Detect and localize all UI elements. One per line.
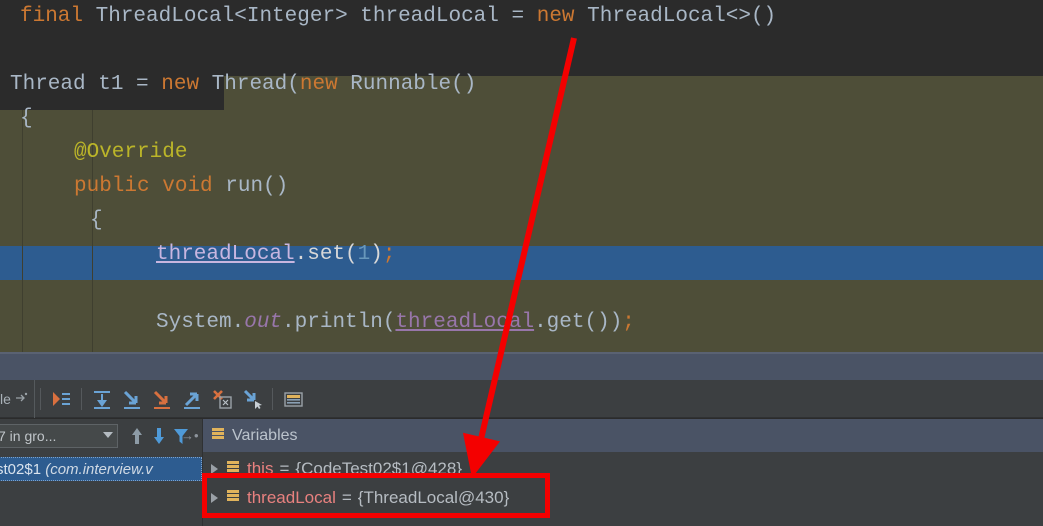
thread-selector[interactable]: 7 in gro... [0,424,118,448]
toolbar-separator [80,387,82,410]
code-token: ThreadLocal<Integer> threadLocal [95,5,512,28]
code-token: ; [382,243,396,266]
code-line[interactable]: System.out.println(threadLocal.get()); [0,306,1043,340]
stack-frame-package: (com.interview.v [45,460,153,478]
code-token: { [90,209,103,232]
code-token: Thread( [199,73,300,96]
variables-header-label: Variables [232,426,298,444]
code-token: final [20,5,84,28]
code-token: Thread t1 = [10,73,162,96]
frames-pane[interactable]: 7 in gro... st02$1 (com.interview.v [0,419,202,526]
variables-group-icon [211,426,226,446]
code-line[interactable] [0,34,1043,68]
code-line[interactable] [0,272,1043,306]
code-token: { [20,107,33,130]
code-token: new [299,73,338,96]
code-line[interactable]: threadLocal.set(1); [0,238,1043,272]
step-over-button[interactable] [89,386,115,412]
toolbar-separator [39,387,41,410]
show-execution-point-button[interactable] [48,386,74,412]
code-token: = [511,5,537,28]
drop-frame-button[interactable] [209,386,235,412]
debug-tab-chip[interactable]: le [0,379,35,418]
code-token: new [536,5,575,28]
toolbar-separator [271,387,273,410]
code-editor[interactable]: final ThreadLocal<Integer> threadLocal =… [0,0,1043,354]
frames-down-button[interactable] [150,426,168,446]
step-into-button[interactable] [119,386,145,412]
code-token: .get()) [534,311,623,334]
code-token: out [244,311,283,334]
code-token: ; [622,311,635,334]
stack-frame-item[interactable] [0,485,202,509]
stack-frame-name: st02$1 [0,460,42,478]
debugger-toolbar[interactable]: le [0,379,1043,418]
tab-pin-icon [14,390,28,407]
code-token: run() [225,175,289,198]
run-to-cursor-button[interactable] [239,386,265,412]
ide-screenshot: final ThreadLocal<Integer> threadLocal =… [0,0,1043,526]
step-out-button[interactable] [179,386,205,412]
code-token: @Override [74,141,188,164]
stack-frame-selected[interactable]: st02$1 (com.interview.v [0,457,202,481]
debug-tab-label: le [0,390,11,407]
code-line[interactable]: public void run() [0,170,1043,204]
annotation-highlight-box [202,473,550,518]
code-token: threadLocal [395,311,535,334]
code-line[interactable]: { [0,102,1043,136]
code-token: .set( [294,243,358,266]
code-token: public void [74,175,226,198]
force-step-into-button[interactable] [149,386,175,412]
code-line[interactable]: @Override [0,136,1043,170]
evaluate-expression-button[interactable] [280,386,306,412]
code-token: Runnable() [337,73,477,96]
code-token: System. [156,311,245,334]
variables-collapse-icon[interactable]: →• [181,428,199,443]
thread-selector-value: 7 in gro... [0,428,57,444]
debug-panel-top-band [0,354,1043,380]
code-token: new [161,73,200,96]
code-token: ThreadLocal<>() [574,5,777,28]
variables-header: →• Variables [181,419,1043,452]
code-token: ) [370,243,383,266]
frames-up-button[interactable] [128,426,146,446]
code-line[interactable]: { [0,204,1043,238]
code-token: .println( [282,311,396,334]
chevron-down-icon [103,432,113,438]
code-line[interactable]: Thread t1 = new Thread(new Runnable() [0,68,1043,102]
code-token: threadLocal [156,243,295,266]
code-line[interactable]: final ThreadLocal<Integer> threadLocal =… [0,0,1043,34]
code-token: 1 [357,243,371,266]
